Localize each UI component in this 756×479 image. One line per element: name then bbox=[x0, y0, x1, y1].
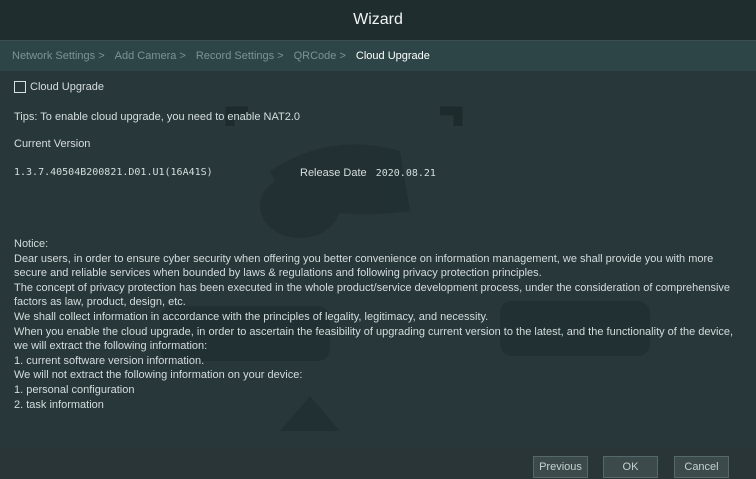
tab-record-settings[interactable]: Record Settings > bbox=[196, 50, 284, 62]
cloud-upgrade-toggle[interactable]: Cloud Upgrade bbox=[14, 81, 104, 93]
notice-line: 2. task information bbox=[14, 398, 104, 411]
notice-line: 1. personal configuration bbox=[14, 383, 135, 396]
notice-line: Dear users, in order to ensure cyber sec… bbox=[14, 252, 714, 265]
tab-cloud-upgrade[interactable]: Cloud Upgrade bbox=[356, 50, 430, 62]
tip-text: Tips: To enable cloud upgrade, you need … bbox=[14, 111, 300, 123]
release-date-label: Release Date bbox=[300, 167, 367, 179]
notice-line: We will not extract the following inform… bbox=[14, 369, 303, 382]
notice-line: secure and reliable services when bounde… bbox=[14, 267, 542, 280]
notice-line: The concept of privacy protection has be… bbox=[14, 281, 731, 294]
previous-button[interactable]: Previous bbox=[533, 456, 588, 478]
release-date: Release Date 2020.08.21 bbox=[300, 167, 436, 179]
notice-line: We shall collect information in accordan… bbox=[14, 310, 489, 323]
cloud-upgrade-checkbox[interactable] bbox=[14, 81, 26, 93]
version-value: 1.3.7.40504B200821.D01.U1(16A41S) bbox=[14, 167, 213, 178]
release-date-value: 2020.08.21 bbox=[375, 168, 436, 179]
notice-line: we will extract the following informatio… bbox=[14, 340, 208, 353]
cancel-button[interactable]: Cancel bbox=[674, 456, 729, 478]
ok-button[interactable]: OK bbox=[603, 456, 658, 478]
privacy-notice: Notice: Dear users, in order to ensure c… bbox=[14, 237, 749, 412]
notice-line: factors as law, product, design, etc. bbox=[14, 296, 186, 309]
dialog-footer: Previous OK Cancel bbox=[0, 448, 756, 479]
window-title: Wizard bbox=[353, 11, 403, 28]
notice-line: When you enable the cloud upgrade, in or… bbox=[14, 325, 734, 338]
notice-line: 1. current software version information. bbox=[14, 354, 205, 367]
cloud-upgrade-panel: Cloud Upgrade Tips: To enable cloud upgr… bbox=[0, 71, 756, 448]
tab-network-settings[interactable]: Network Settings > bbox=[12, 50, 105, 62]
cloud-upgrade-label: Cloud Upgrade bbox=[30, 81, 104, 93]
nat-tip: Tips: To enable cloud upgrade, you need … bbox=[14, 111, 300, 123]
tab-qrcode[interactable]: QRCode > bbox=[294, 50, 346, 62]
notice-heading: Notice: bbox=[14, 238, 49, 250]
current-version-label: Current Version bbox=[14, 138, 91, 150]
tab-add-camera[interactable]: Add Camera > bbox=[115, 50, 186, 62]
title-bar: Wizard bbox=[0, 0, 756, 41]
wizard-step-tabs: Network Settings > Add Camera > Record S… bbox=[0, 41, 756, 71]
